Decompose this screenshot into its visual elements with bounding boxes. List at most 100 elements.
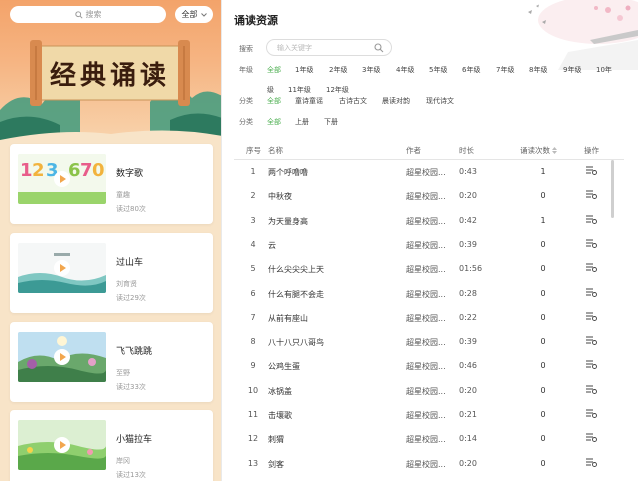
volume-option-lower[interactable]: 下册 <box>324 117 338 127</box>
grade-option-7[interactable]: 7年级 <box>496 65 514 75</box>
playlist-add-icon[interactable] <box>586 360 597 371</box>
header-author: 作者 <box>406 146 421 155</box>
table-row[interactable]: 1 两个呼噜噜 超星校园... 0:43 1 <box>234 160 624 184</box>
row-index: 8 <box>250 337 256 347</box>
row-name: 剑客 <box>268 459 284 469</box>
row-duration: 0:46 <box>459 361 477 371</box>
search-icon[interactable] <box>374 43 384 53</box>
playlist-add-icon[interactable] <box>586 239 597 250</box>
row-duration: 0:42 <box>459 215 477 225</box>
row-read-count: 0 <box>540 410 546 419</box>
keyword-search-input[interactable]: 输入关键字 <box>266 39 392 56</box>
playlist-add-icon[interactable] <box>586 263 597 274</box>
category-option-modern-poems[interactable]: 现代诗文 <box>426 96 454 106</box>
table-row[interactable]: 12 刺猬 超星校园... 0:14 0 <box>234 427 624 451</box>
play-button[interactable] <box>54 171 70 187</box>
grade-option-5[interactable]: 5年级 <box>429 65 447 75</box>
row-index: 10 <box>247 385 259 395</box>
grade-dropdown[interactable]: 全部 <box>175 6 213 23</box>
playlist-add-icon[interactable] <box>586 190 597 201</box>
svg-text:7: 7 <box>80 160 93 181</box>
table-row[interactable]: 6 什么有腿不会走 超星校园... 0:28 0 <box>234 282 624 306</box>
table-row[interactable]: 7 从前有座山 超星校园... 0:22 0 <box>234 306 624 330</box>
table-row[interactable]: 2 中秋夜 超星校园... 0:20 0 <box>234 184 624 208</box>
playlist-add-icon[interactable] <box>586 385 597 396</box>
table-row[interactable]: 11 击壤歌 超星校园... 0:21 0 <box>234 403 624 427</box>
row-duration: 0:43 <box>459 167 477 176</box>
row-name: 为天量身高 <box>268 216 308 226</box>
play-button[interactable] <box>54 349 70 365</box>
grade-option-6[interactable]: 6年级 <box>462 65 480 75</box>
playlist-add-icon[interactable] <box>586 409 597 420</box>
grade-option-10[interactable]: 10年 <box>596 65 612 75</box>
row-index: 2 <box>250 191 256 201</box>
row-name: 八十八只八哥鸟 <box>268 338 324 348</box>
table-row[interactable]: 3 为天量身高 超星校园... 0:42 1 <box>234 209 624 233</box>
sidebar-search-input[interactable]: 搜索 <box>10 6 166 23</box>
row-index: 5 <box>250 264 256 274</box>
table-row[interactable]: 5 什么尖尖尖上天 超星校园... 01:56 0 <box>234 257 624 281</box>
category-option-ancient-poems[interactable]: 古诗古文 <box>339 96 367 106</box>
playlist-add-icon[interactable] <box>586 288 597 299</box>
table-row[interactable]: 10 冰锅盖 超星校园... 0:20 0 <box>234 379 624 403</box>
header-read-count[interactable]: 诵读次数 <box>520 145 557 156</box>
table-row[interactable]: 13 剑客 超星校园... 0:20 0 <box>234 452 624 476</box>
row-name: 两个呼噜噜 <box>268 168 308 177</box>
category-option-morning-rhymes[interactable]: 晨读对韵 <box>382 96 410 106</box>
playlist-add-icon[interactable] <box>586 458 597 469</box>
table-scrollbar[interactable] <box>611 160 614 218</box>
row-read-count: 1 <box>540 215 546 225</box>
play-button[interactable] <box>54 260 70 276</box>
row-duration: 0:21 <box>459 410 477 419</box>
play-button[interactable] <box>54 437 70 453</box>
row-author: 超星校园... <box>406 459 446 469</box>
table-row[interactable]: 9 公鸡生蛋 超星校园... 0:46 0 <box>234 354 624 378</box>
row-duration: 0:22 <box>459 312 477 322</box>
playlist-add-icon[interactable] <box>586 166 597 177</box>
row-index: 1 <box>250 167 256 176</box>
sidebar-search-placeholder: 搜索 <box>85 10 102 19</box>
category-option-all[interactable]: 全部 <box>267 96 281 106</box>
row-index: 11 <box>247 410 259 419</box>
grade-option-3[interactable]: 3年级 <box>362 65 380 75</box>
grade-option-4[interactable]: 4年级 <box>396 65 414 75</box>
card-author: 至野 <box>116 369 130 377</box>
playlist-add-icon[interactable] <box>586 215 597 226</box>
volume-label: 分类 <box>239 118 253 126</box>
playlist-add-icon[interactable] <box>586 312 597 323</box>
playlist-add-icon[interactable] <box>586 433 597 444</box>
blossom-decoration <box>528 0 638 70</box>
reading-card[interactable]: 小猫拉车 岸冈 读过13次 <box>10 410 213 481</box>
playlist-add-icon[interactable] <box>586 336 597 347</box>
row-duration: 01:56 <box>459 264 483 274</box>
category-option-children-poems[interactable]: 童诗童谣 <box>295 96 323 106</box>
grade-option-10-wrap[interactable]: 级 <box>267 85 274 95</box>
grade-option-11[interactable]: 11年级 <box>288 85 311 95</box>
grade-option-1[interactable]: 1年级 <box>295 65 313 75</box>
grade-option-all[interactable]: 全部 <box>267 65 281 75</box>
volume-option-all[interactable]: 全部 <box>267 117 281 127</box>
row-author: 超星校园... <box>406 265 446 275</box>
reading-card[interactable]: 1 2 3 6 7 0 数字歌 童趣 读过80次 <box>10 144 213 224</box>
grade-option-12[interactable]: 12年级 <box>326 85 349 95</box>
grade-option-8[interactable]: 8年级 <box>529 65 547 75</box>
reading-card[interactable]: 过山车 刘育贤 读过29次 <box>10 233 213 313</box>
svg-text:2: 2 <box>32 160 45 181</box>
header-operation: 操作 <box>584 146 599 155</box>
row-read-count: 0 <box>540 434 546 444</box>
table-row[interactable]: 4 云 超星校园... 0:39 0 <box>234 233 624 257</box>
row-name: 公鸡生蛋 <box>268 362 300 372</box>
card-title: 小猫拉车 <box>116 435 153 445</box>
grade-option-9[interactable]: 9年级 <box>563 65 581 75</box>
row-author: 超星校园... <box>406 435 446 445</box>
grade-option-2[interactable]: 2年级 <box>329 65 347 75</box>
volume-option-upper[interactable]: 上册 <box>295 117 309 127</box>
category-label: 分类 <box>239 97 253 105</box>
card-author: 童趣 <box>116 191 130 199</box>
row-read-count: 0 <box>540 385 546 395</box>
reading-card[interactable]: 飞飞跳跳 至野 读过33次 <box>10 322 213 402</box>
header-name: 名称 <box>268 146 283 155</box>
card-read-count: 读过13次 <box>116 471 146 479</box>
table-row[interactable]: 8 八十八只八哥鸟 超星校园... 0:39 0 <box>234 330 624 354</box>
row-name: 冰锅盖 <box>268 386 292 396</box>
